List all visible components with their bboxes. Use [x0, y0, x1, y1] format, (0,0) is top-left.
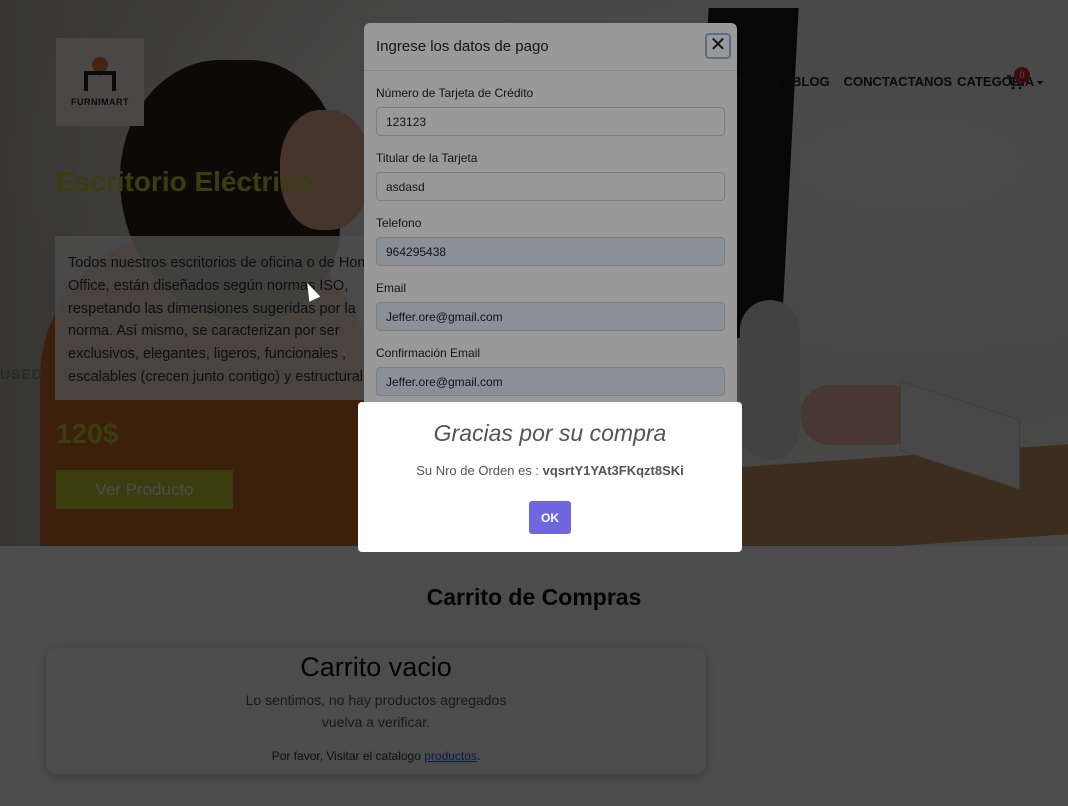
ok-button[interactable]: OK — [529, 501, 571, 534]
alert-message: Su Nro de Orden es : vqsrtY1YAt3FKqzt8SK… — [358, 463, 742, 478]
order-number: vqsrtY1YAt3FKqzt8SKi — [542, 463, 684, 478]
success-alert: Gracias por su compra Su Nro de Orden es… — [358, 402, 742, 552]
alert-message-prefix: Su Nro de Orden es : — [416, 463, 543, 478]
alert-title: Gracias por su compra — [433, 420, 667, 446]
